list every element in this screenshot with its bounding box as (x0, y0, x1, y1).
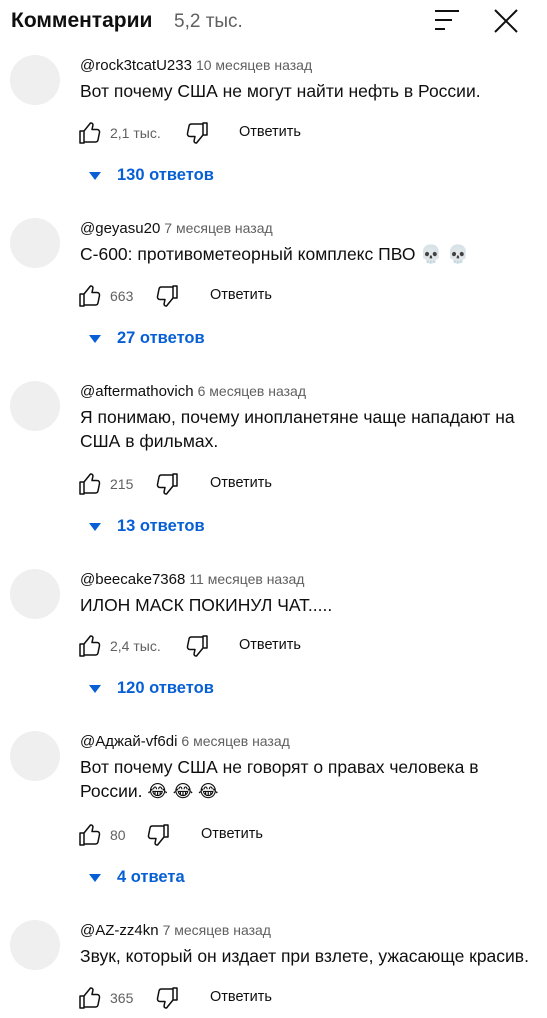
replies-count: 27 ответов (117, 329, 205, 347)
comment-author[interactable]: @rock3tcatU233 (80, 57, 192, 74)
comment-text: Вот почему США не могут найти нефть в Ро… (80, 81, 481, 101)
thumb-up-icon[interactable] (78, 472, 102, 496)
replies-count: 13 ответов (117, 517, 205, 535)
comment-author[interactable]: @Аджай-vf6di (80, 733, 177, 750)
comment-time[interactable]: 11 месяцев назад (189, 571, 304, 587)
thumb-down-icon[interactable] (185, 121, 209, 145)
thumb-up-icon[interactable] (78, 121, 102, 145)
comments-count: 5,2 тыс. (174, 11, 243, 32)
comment-text: ИЛОН МАСК ПОКИНУЛ ЧАТ..... (80, 595, 333, 615)
comment-author[interactable]: @aftermathovich (80, 383, 194, 400)
like-count: 2,4 тыс. (110, 638, 161, 654)
caret-down-icon (89, 335, 101, 343)
like-count: 80 (110, 827, 126, 843)
reply-button[interactable]: Ответить (210, 989, 272, 1005)
avatar[interactable] (10, 55, 60, 105)
comments-header: Комментарии 5,2 тыс. (0, 0, 547, 44)
comment-author[interactable]: @geyasu20 (80, 220, 160, 237)
reply-button[interactable]: Ответить (239, 124, 301, 140)
avatar[interactable] (10, 218, 60, 268)
comment-time[interactable]: 10 месяцев назад (196, 57, 312, 73)
thumb-up-icon[interactable] (78, 284, 102, 308)
reply-button[interactable]: Ответить (210, 475, 272, 491)
thumb-up-icon[interactable] (78, 986, 102, 1010)
like-count: 215 (110, 476, 134, 492)
like-count: 2,1 тыс. (110, 125, 161, 141)
comment-text: Вот почему США не говорят о правах челов… (80, 757, 479, 801)
avatar[interactable] (10, 731, 60, 781)
comment-time[interactable]: 6 месяцев назад (198, 383, 306, 399)
replies-count: 4 ответа (117, 868, 185, 886)
sort-icon[interactable] (434, 9, 460, 31)
comment-text: Звук, который он издает при взлете, ужас… (80, 946, 529, 966)
avatar[interactable] (10, 920, 60, 970)
reply-button[interactable]: Ответить (210, 287, 272, 303)
comment-text: Я понимаю, почему инопланетяне чаще напа… (80, 407, 515, 451)
comments-title: Комментарии (11, 9, 153, 32)
comment-time[interactable]: 6 месяцев назад (181, 733, 289, 749)
comment-author[interactable]: @AZ-zz4kn (80, 922, 159, 939)
close-icon[interactable] (493, 8, 519, 34)
caret-down-icon (89, 874, 101, 882)
thumb-down-icon[interactable] (185, 634, 209, 658)
like-count: 365 (110, 990, 134, 1006)
thumb-down-icon[interactable] (155, 986, 179, 1010)
comment-time[interactable]: 7 месяцев назад (164, 220, 272, 236)
replies-count: 120 ответов (117, 679, 214, 697)
thumb-up-icon[interactable] (78, 634, 102, 658)
reply-button[interactable]: Ответить (201, 826, 263, 842)
avatar[interactable] (10, 569, 60, 619)
reply-button[interactable]: Ответить (239, 637, 301, 653)
caret-down-icon (89, 685, 101, 693)
like-count: 663 (110, 288, 134, 304)
thumb-up-icon[interactable] (78, 823, 102, 847)
thumb-down-icon[interactable] (155, 472, 179, 496)
caret-down-icon (89, 523, 101, 531)
thumb-down-icon[interactable] (155, 284, 179, 308)
avatar[interactable] (10, 381, 60, 431)
comment-time[interactable]: 7 месяцев назад (163, 922, 271, 938)
comment-author[interactable]: @beecake7368 (80, 571, 185, 588)
caret-down-icon (89, 172, 101, 180)
thumb-down-icon[interactable] (146, 823, 170, 847)
comment-text: С-600: противометеорный комплекс ПВО 💀 💀 (80, 244, 469, 264)
replies-count: 130 ответов (117, 166, 214, 184)
